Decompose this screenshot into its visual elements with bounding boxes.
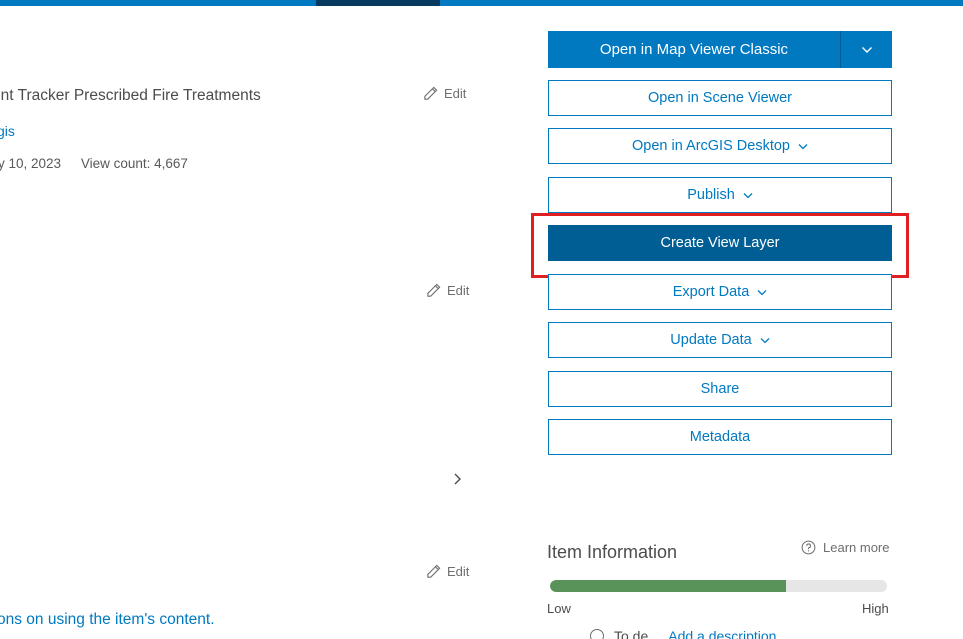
open-arcgis-desktop-button[interactable]: Open in ArcGIS Desktop [548,128,892,164]
tip-text: To de [614,628,649,639]
open-arcgis-desktop-label: Open in ArcGIS Desktop [632,138,790,154]
pencil-icon [424,86,438,100]
owner-link[interactable]: gis [0,123,15,139]
chevron-down-icon [743,192,753,198]
metadata-label: Metadata [689,429,751,445]
top-navigation-bar [0,0,963,6]
open-map-viewer-dropdown-toggle[interactable] [840,31,892,68]
edit-title-button[interactable]: Edit [423,86,466,101]
update-data-label: Update Data [670,332,752,348]
open-scene-viewer-label: Open in Scene Viewer [647,90,793,106]
edit-summary-button[interactable]: Edit [426,283,469,298]
chevron-down-icon [798,143,808,149]
learn-more-link[interactable]: Learn more [801,540,889,555]
create-view-layer-button[interactable]: Create View Layer [548,225,892,261]
export-data-label: Export Data [672,284,750,300]
item-information-progress-bar [550,580,887,592]
publish-button[interactable]: Publish [548,177,892,213]
item-title: ent Tracker Prescribed Fire Treatments [0,87,261,104]
view-count: View count: 4,667 [80,156,188,171]
add-description-link[interactable]: Add a description [668,628,776,639]
chevron-down-icon [757,289,767,295]
progress-fill [550,580,786,592]
open-scene-viewer-button[interactable]: Open in Scene Viewer [548,80,892,116]
edit-label: Edit [447,283,470,298]
edit-description-button[interactable]: Edit [426,564,469,579]
active-tab-indicator [316,0,440,6]
edit-label: Edit [444,86,467,101]
chevron-down-icon [760,337,770,343]
export-data-button[interactable]: Export Data [548,274,892,310]
share-label: Share [700,381,740,397]
share-button[interactable]: Share [548,371,892,407]
progress-high-label: High [862,601,889,616]
item-information-heading: Item Information [547,542,678,562]
metadata-button[interactable]: Metadata [548,419,892,455]
update-data-button[interactable]: Update Data [548,322,892,358]
description-link[interactable]: ons on using the item's content. [0,611,215,629]
publish-label: Publish [687,187,735,203]
help-circle-icon [801,540,816,555]
checklist-circle-icon [590,629,604,639]
pencil-icon [427,564,441,578]
item-meta: y 10, 2023 View count: 4,667 [0,156,188,171]
chevron-right-icon[interactable] [450,471,464,487]
item-date: y 10, 2023 [0,156,62,171]
information-tip-row: To de Add a description [590,628,776,639]
chevron-down-icon [861,46,872,53]
learn-more-label: Learn more [823,540,890,555]
progress-low-label: Low [547,601,571,616]
pencil-icon [427,283,441,297]
edit-label: Edit [447,564,470,579]
create-view-layer-label: Create View Layer [660,235,780,251]
open-map-viewer-classic-button[interactable]: Open in Map Viewer Classic [548,31,840,68]
